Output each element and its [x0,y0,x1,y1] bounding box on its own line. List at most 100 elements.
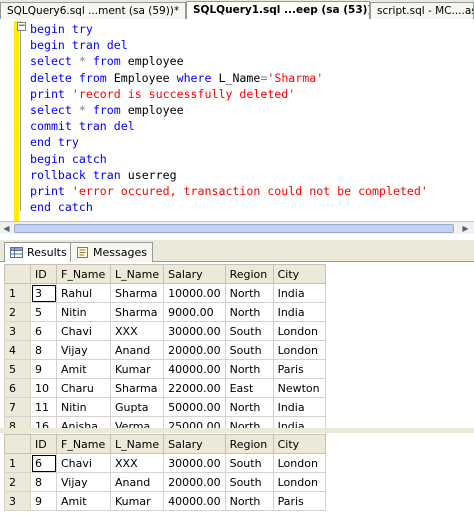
table-row[interactable]: 6 10 Charu Sharma 22000.00 East Newton [4,378,326,398]
table-cell[interactable]: 9000.00 [163,302,226,322]
table-cell[interactable]: London [272,340,326,360]
column-header[interactable]: City [272,434,326,454]
table-cell[interactable]: London [272,472,326,492]
table-cell[interactable]: 6 [30,321,57,341]
table-cell[interactable]: 3 [30,283,57,303]
table-row[interactable]: 3 9 Amit Kumar 40000.00 North Paris [4,491,326,511]
table-cell[interactable]: Sharma [109,283,165,303]
table-cell[interactable]: 6 [30,453,57,473]
table-cell[interactable]: North [224,302,274,322]
table-cell[interactable]: 50000.00 [163,397,226,417]
table-cell[interactable]: Kumar [109,359,165,379]
table-cell[interactable]: Vijay [56,472,111,492]
table-cell[interactable]: Paris [272,359,326,379]
table-cell[interactable]: Newton [272,378,326,398]
table-row[interactable]: 4 8 Vijay Anand 20000.00 South London [4,340,326,360]
row-number[interactable]: 3 [4,321,31,341]
table-row[interactable]: 2 8 Vijay Anand 20000.00 South London [4,472,326,492]
column-header[interactable]: ID [30,434,57,454]
table-cell[interactable]: 9 [30,359,57,379]
code-line[interactable]: rollback tran userreg [30,167,428,183]
result-grid-1[interactable]: ID F_Name L_Name Salary Region City 1 3 Ra… [4,264,326,436]
table-cell[interactable]: Sharma [109,302,165,322]
table-cell[interactable]: North [224,359,274,379]
scrollbar-thumb[interactable] [14,224,454,233]
column-header[interactable]: F_Name [56,264,111,284]
table-cell[interactable]: Nitin [56,397,111,417]
table-cell[interactable]: Kumar [109,491,165,511]
code-line[interactable]: delete from Employee where L_Name='Sharm… [30,70,428,86]
code-line[interactable]: end try [30,134,428,150]
table-cell[interactable]: 8 [30,340,57,360]
table-cell[interactable]: Anand [109,472,165,492]
table-row[interactable]: 3 6 Chavi XXX 30000.00 South London [4,321,326,341]
tab-sqlquery6[interactable]: SQLQuery6.sql ...ment (sa (59))* [0,2,186,19]
collapse-icon[interactable]: − [17,22,26,31]
table-cell[interactable]: 30000.00 [163,321,226,341]
table-cell[interactable]: 10000.00 [163,283,226,303]
editor-horizontal-scrollbar[interactable]: ◀ ▶ [0,221,474,234]
column-header[interactable]: ID [30,264,57,284]
row-header-corner[interactable] [4,434,31,454]
table-cell[interactable]: 9 [30,491,57,511]
table-cell[interactable]: XXX [109,321,165,341]
table-cell[interactable]: London [272,321,326,341]
table-cell[interactable]: 5 [30,302,57,322]
table-cell[interactable]: South [224,472,274,492]
table-cell[interactable]: India [272,397,326,417]
table-cell[interactable]: 30000.00 [163,453,226,473]
code-text[interactable]: begin try begin tran del select * from emp… [30,21,428,215]
table-cell[interactable]: Nitin [56,302,111,322]
table-cell[interactable]: 8 [30,472,57,492]
column-header[interactable]: L_Name [109,264,165,284]
row-number[interactable]: 1 [4,283,31,303]
code-line[interactable]: select * from employee [30,53,428,69]
code-line[interactable]: select * from employee [30,102,428,118]
code-line[interactable]: begin tran del [30,37,428,53]
tab-sqlquery1[interactable]: SQLQuery1.sql ...eep (sa (53))*× [186,1,370,19]
column-header[interactable]: Region [224,434,274,454]
table-cell[interactable]: Amit [56,491,111,511]
tab-script[interactable]: script.sql - MC....ast [370,2,474,19]
row-number[interactable]: 4 [4,340,31,360]
table-cell[interactable]: North [224,397,274,417]
row-number[interactable]: 6 [4,378,31,398]
table-cell[interactable]: Paris [272,491,326,511]
table-cell[interactable]: London [272,453,326,473]
table-cell[interactable]: Charu [56,378,111,398]
row-number[interactable]: 2 [4,472,31,492]
table-cell[interactable]: Amit [56,359,111,379]
column-header[interactable]: L_Name [109,434,165,454]
row-number[interactable]: 5 [4,359,31,379]
column-header[interactable]: Salary [163,434,226,454]
table-cell[interactable]: Rahul [56,283,111,303]
query-editor[interactable]: − begin try begin tran del select * from e… [0,19,474,221]
table-cell[interactable]: Sharma [109,378,165,398]
table-cell[interactable]: Chavi [56,453,111,473]
code-line[interactable]: begin try [30,21,428,37]
column-header[interactable]: City [272,264,326,284]
table-cell[interactable]: South [224,453,274,473]
code-line[interactable]: print 'error occured, transaction could … [30,183,428,199]
table-cell[interactable]: Chavi [56,321,111,341]
code-line[interactable]: begin catch [30,151,428,167]
table-cell[interactable]: 22000.00 [163,378,226,398]
table-cell[interactable]: Vijay [56,340,111,360]
table-row[interactable]: 7 11 Nitin Gupta 50000.00 North India [4,397,326,417]
result-grid-2[interactable]: ID F_Name L_Name Salary Region City 1 6 Ch… [4,434,326,511]
table-cell[interactable]: 10 [30,378,57,398]
table-cell[interactable]: XXX [109,453,165,473]
column-header[interactable]: Salary [163,264,226,284]
table-cell[interactable]: 11 [30,397,57,417]
column-header[interactable]: Region [224,264,274,284]
table-row[interactable]: 2 5 Nitin Sharma 9000.00 North India [4,302,326,322]
table-cell[interactable]: East [224,378,274,398]
table-cell[interactable]: North [224,283,274,303]
table-cell[interactable]: 40000.00 [163,491,226,511]
table-cell[interactable]: 20000.00 [163,472,226,492]
table-cell[interactable]: 20000.00 [163,340,226,360]
row-header-corner[interactable] [4,264,31,284]
scroll-left-icon[interactable]: ◀ [1,223,12,234]
row-number[interactable]: 7 [4,397,31,417]
row-number[interactable]: 2 [4,302,31,322]
